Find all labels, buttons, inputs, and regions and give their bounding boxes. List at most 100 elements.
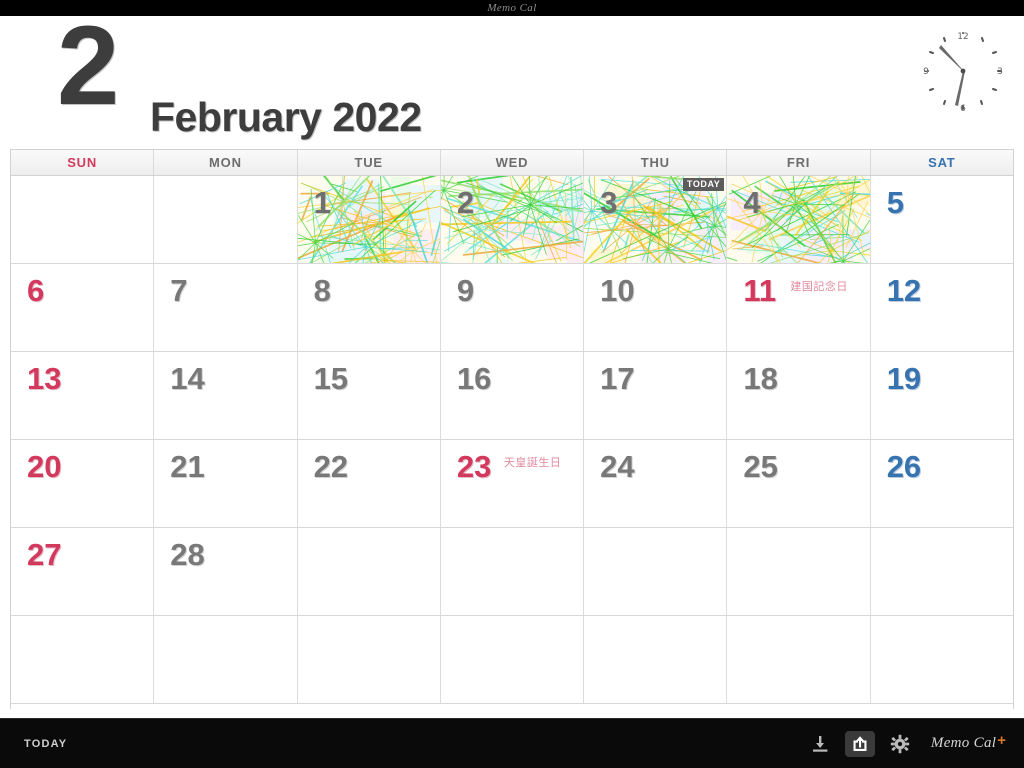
- day-cell-13[interactable]: 13: [11, 352, 155, 439]
- day-number: 3: [600, 185, 618, 220]
- day-number: 12: [886, 273, 922, 308]
- week-row: 1 2 3 TODAY 4 5: [11, 176, 1013, 264]
- day-cell-12[interactable]: 12: [870, 264, 1013, 351]
- day-cell-27[interactable]: 27: [11, 528, 155, 615]
- week-row: 27 28: [11, 528, 1013, 616]
- day-number: 17: [600, 361, 635, 396]
- day-number: 19: [886, 361, 922, 396]
- day-cell-14[interactable]: 14: [154, 352, 298, 439]
- day-cell-9[interactable]: 9: [440, 264, 585, 351]
- day-cell-17[interactable]: 17: [584, 352, 728, 439]
- title-bar: Memo Cal: [0, 0, 1024, 16]
- analog-clock-icon: 12 3 6 3 3 9: [914, 22, 1012, 120]
- day-cell-1[interactable]: 1: [297, 176, 441, 263]
- day-number: 26: [886, 449, 922, 484]
- weeks-container: 1 2 3 TODAY 4 5 6 7 8 9 10 11 建国記念日 12 13 14 15 16 17 18 19 2…: [11, 176, 1013, 704]
- day-number: 18: [743, 361, 778, 396]
- day-cell-22[interactable]: 22: [297, 440, 441, 527]
- day-number: 27: [27, 537, 62, 572]
- day-cell-empty: [584, 616, 728, 703]
- day-cell-empty: [727, 528, 871, 615]
- day-cell-25[interactable]: 25: [727, 440, 871, 527]
- day-cell-7[interactable]: 7: [154, 264, 298, 351]
- day-cell-2[interactable]: 2: [440, 176, 585, 263]
- share-icon[interactable]: [844, 730, 875, 757]
- brand-logo[interactable]: Memo Cal +: [931, 732, 1006, 752]
- calendar-grid: SUN MON TUE WED THU FRI SAT 1 2 3 TODAY 4 5 6 7 8 9 10 11…: [10, 149, 1014, 709]
- day-number: 8: [313, 273, 331, 308]
- day-number: 24: [600, 449, 635, 484]
- day-cell-11[interactable]: 11 建国記念日: [727, 264, 871, 351]
- day-number: 25: [743, 449, 778, 484]
- day-cell-23[interactable]: 23 天皇誕生日: [440, 440, 585, 527]
- day-cell-24[interactable]: 24: [584, 440, 728, 527]
- day-cell-28[interactable]: 28: [154, 528, 298, 615]
- day-cell-empty: [154, 176, 298, 263]
- day-cell-empty: [297, 528, 441, 615]
- day-cell-empty: [11, 176, 155, 263]
- day-cell-6[interactable]: 6: [11, 264, 155, 351]
- day-number: 9: [456, 273, 475, 308]
- day-number: 15: [313, 361, 349, 396]
- day-cell-empty: [727, 616, 871, 703]
- day-number: 10: [600, 273, 635, 308]
- day-number: 28: [170, 537, 205, 572]
- import-icon[interactable]: [807, 731, 833, 757]
- brand-plus: +: [997, 732, 1006, 749]
- day-cell-15[interactable]: 15: [297, 352, 441, 439]
- month-number: 2: [57, 3, 119, 128]
- weekday-header-tue: TUE: [298, 150, 441, 175]
- week-row: [11, 616, 1013, 704]
- day-cell-20[interactable]: 20: [11, 440, 155, 527]
- day-cell-8[interactable]: 8: [297, 264, 441, 351]
- svg-text:12: 12: [957, 32, 968, 42]
- day-cell-16[interactable]: 16: [440, 352, 585, 439]
- day-cell-3[interactable]: 3 TODAY: [584, 176, 728, 263]
- today-badge: TODAY: [682, 178, 725, 191]
- bottom-toolbar: TODAY Memo Cal +: [0, 718, 1024, 768]
- day-number: 23: [456, 449, 492, 484]
- day-number: 13: [27, 361, 62, 396]
- day-cell-10[interactable]: 10: [584, 264, 728, 351]
- today-button[interactable]: TODAY: [24, 738, 67, 750]
- day-cell-4[interactable]: 4: [727, 176, 871, 263]
- weekday-header-wed: WED: [441, 150, 585, 175]
- day-cell-empty: [870, 528, 1013, 615]
- day-cell-empty: [154, 616, 298, 703]
- day-number: 1: [313, 185, 331, 220]
- day-cell-19[interactable]: 19: [870, 352, 1013, 439]
- day-cell-empty: [297, 616, 441, 703]
- day-number: 20: [27, 449, 62, 484]
- day-number: 11: [743, 273, 777, 308]
- week-row: 20 21 22 23 天皇誕生日 24 25 26: [11, 440, 1013, 528]
- day-cell-21[interactable]: 21: [154, 440, 298, 527]
- day-number: 5: [886, 185, 904, 220]
- week-row: 13 14 15 16 17 18 19: [11, 352, 1013, 440]
- toolbar-actions: Memo Cal +: [807, 730, 1006, 757]
- calendar-header: 2 February 2022 12 3 6 3 3 9: [0, 10, 1024, 148]
- svg-text:3: 3: [997, 67, 1003, 77]
- memo-cal-app: Memo Cal 2 February 2022 12 3 6 3 3 9 SU…: [0, 0, 1024, 768]
- month-title: February 2022: [150, 94, 422, 140]
- day-cell-26[interactable]: 26: [870, 440, 1013, 527]
- weekday-header-row: SUN MON TUE WED THU FRI SAT: [11, 150, 1013, 176]
- gear-icon[interactable]: [887, 731, 913, 757]
- day-number: 2: [456, 185, 475, 220]
- day-cell-5[interactable]: 5: [870, 176, 1013, 263]
- svg-text:9: 9: [923, 67, 929, 77]
- day-cell-empty: [870, 616, 1013, 703]
- day-cell-empty: [440, 528, 585, 615]
- week-row: 6 7 8 9 10 11 建国記念日 12: [11, 264, 1013, 352]
- svg-text:6: 6: [960, 104, 966, 114]
- day-cell-empty: [584, 528, 728, 615]
- day-number: 7: [170, 273, 188, 308]
- day-number: 16: [456, 361, 492, 396]
- weekday-header-sat: SAT: [928, 155, 956, 170]
- day-cell-empty: [11, 616, 155, 703]
- day-number: 22: [313, 449, 349, 484]
- weekday-header-sun: SUN: [11, 150, 155, 175]
- weekday-header-thu: THU: [584, 150, 728, 175]
- day-cell-18[interactable]: 18: [727, 352, 871, 439]
- day-cell-empty: [440, 616, 585, 703]
- day-number: 6: [27, 273, 45, 308]
